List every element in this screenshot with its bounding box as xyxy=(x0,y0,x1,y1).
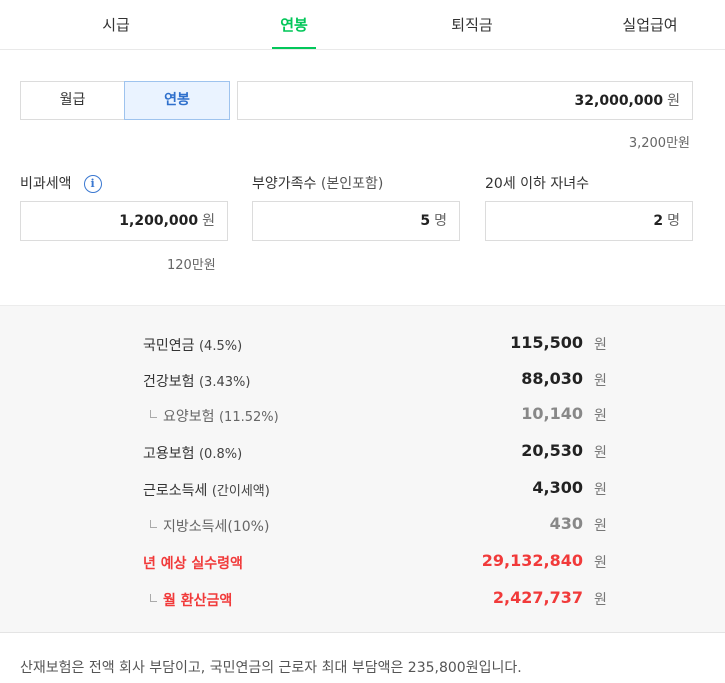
result-name: 건강보험 xyxy=(143,374,195,390)
result-rate: (0.8%) xyxy=(198,447,243,462)
nontax-value: 1,200,000 xyxy=(119,213,199,229)
result-name: 지방소득세(10%) xyxy=(163,519,270,535)
result-unit: 원 xyxy=(594,445,607,461)
result-name: 월 환산금액 xyxy=(163,593,233,609)
result-unit: 원 xyxy=(594,592,607,608)
result-amount: 10,140 xyxy=(521,404,583,423)
sub-item-corner-icon xyxy=(150,520,157,528)
dependents-label-text: 부양가족수 xyxy=(252,176,317,192)
result-rate: (간이세액) xyxy=(211,484,270,499)
salary-unit: 원 xyxy=(667,93,680,109)
tab-hourly[interactable]: 시급 xyxy=(56,0,176,49)
result-rate: (4.5%) xyxy=(198,339,243,354)
dependents-input[interactable]: 5명 xyxy=(252,201,460,241)
dependents-label: 부양가족수 (본인포함) xyxy=(252,174,383,194)
result-rate: (11.52%) xyxy=(218,410,279,425)
annual-toggle-button[interactable]: 연봉 xyxy=(124,81,230,120)
result-panel: 국민연금 (4.5%) 115,500 원 건강보험 (3.43%) 88,03… xyxy=(0,305,725,632)
sub-item-corner-icon xyxy=(150,594,157,602)
result-row-local-income-tax: 지방소득세(10%) 430 원 xyxy=(0,514,725,538)
result-name: 요양보험 xyxy=(163,409,215,425)
result-name: 근로소득세 xyxy=(143,483,208,499)
result-row-health-insurance: 건강보험 (3.43%) 88,030 원 xyxy=(0,369,725,393)
result-unit: 원 xyxy=(594,518,607,534)
result-row-income-tax: 근로소득세 (간이세액) 4,300 원 xyxy=(0,478,725,502)
result-unit: 원 xyxy=(594,555,607,571)
result-row-care-insurance: 요양보험 (11.52%) 10,140 원 xyxy=(0,404,725,428)
monthly-toggle-button[interactable]: 월급 xyxy=(20,81,125,120)
children-input[interactable]: 2명 xyxy=(485,201,693,241)
children-label: 20세 이하 자녀수 xyxy=(485,176,589,192)
dependents-value: 5 xyxy=(420,213,431,229)
nontax-hint: 120만원 xyxy=(167,258,216,273)
result-amount: 29,132,840 xyxy=(481,551,583,570)
result-amount: 2,427,737 xyxy=(492,588,583,607)
result-amount: 20,530 xyxy=(521,441,583,460)
nontax-input[interactable]: 1,200,000 원 xyxy=(20,201,228,241)
salary-hint: 3,200만원 xyxy=(628,136,690,151)
calculator-tabs: 시급 연봉 퇴직금 실업급여 xyxy=(0,0,725,50)
dependents-label-paren: (본인포함) xyxy=(320,176,384,192)
footer-notice: 산재보험은 전액 회사 부담이고, 국민연금의 근로자 최대 부담액은 235,… xyxy=(0,632,725,683)
result-unit: 원 xyxy=(594,482,607,498)
result-unit: 원 xyxy=(594,337,607,353)
tab-annual-salary[interactable]: 연봉 xyxy=(234,0,354,49)
salary-input[interactable]: 32,000,000 원 xyxy=(237,81,693,120)
result-row-national-pension: 국민연금 (4.5%) 115,500 원 xyxy=(0,333,725,357)
result-amount: 4,300 xyxy=(532,478,583,497)
result-row-employment-insurance: 고용보험 (0.8%) 20,530 원 xyxy=(0,441,725,465)
result-row-annual-net-pay: 년 예상 실수령액 29,132,840 원 xyxy=(0,551,725,575)
result-amount: 430 xyxy=(549,514,583,533)
result-rate: (3.43%) xyxy=(198,375,251,390)
footer-note: 산재보험은 전액 회사 부담이고, 국민연금의 근로자 최대 부담액은 235,… xyxy=(20,660,522,676)
result-name: 고용보험 xyxy=(143,446,195,462)
salary-value: 32,000,000 xyxy=(574,93,664,109)
result-name: 국민연금 xyxy=(143,338,195,354)
result-unit: 원 xyxy=(594,408,607,424)
result-amount: 88,030 xyxy=(521,369,583,388)
tab-severance[interactable]: 퇴직금 xyxy=(412,0,532,49)
children-unit: 명 xyxy=(667,213,680,229)
sub-item-corner-icon xyxy=(150,410,157,418)
result-unit: 원 xyxy=(594,373,607,389)
nontax-unit: 원 xyxy=(202,213,215,229)
nontax-label-text: 비과세액 xyxy=(20,176,72,192)
info-icon[interactable]: i xyxy=(83,175,102,193)
result-name: 년 예상 실수령액 xyxy=(143,556,243,572)
result-row-monthly-net-pay: 월 환산금액 2,427,737 원 xyxy=(0,588,725,612)
children-value: 2 xyxy=(653,213,664,229)
result-amount: 115,500 xyxy=(510,333,583,352)
tab-unemployment[interactable]: 실업급여 xyxy=(590,0,710,49)
dependents-unit: 명 xyxy=(434,213,447,229)
nontax-label: 비과세액 i xyxy=(20,174,102,194)
